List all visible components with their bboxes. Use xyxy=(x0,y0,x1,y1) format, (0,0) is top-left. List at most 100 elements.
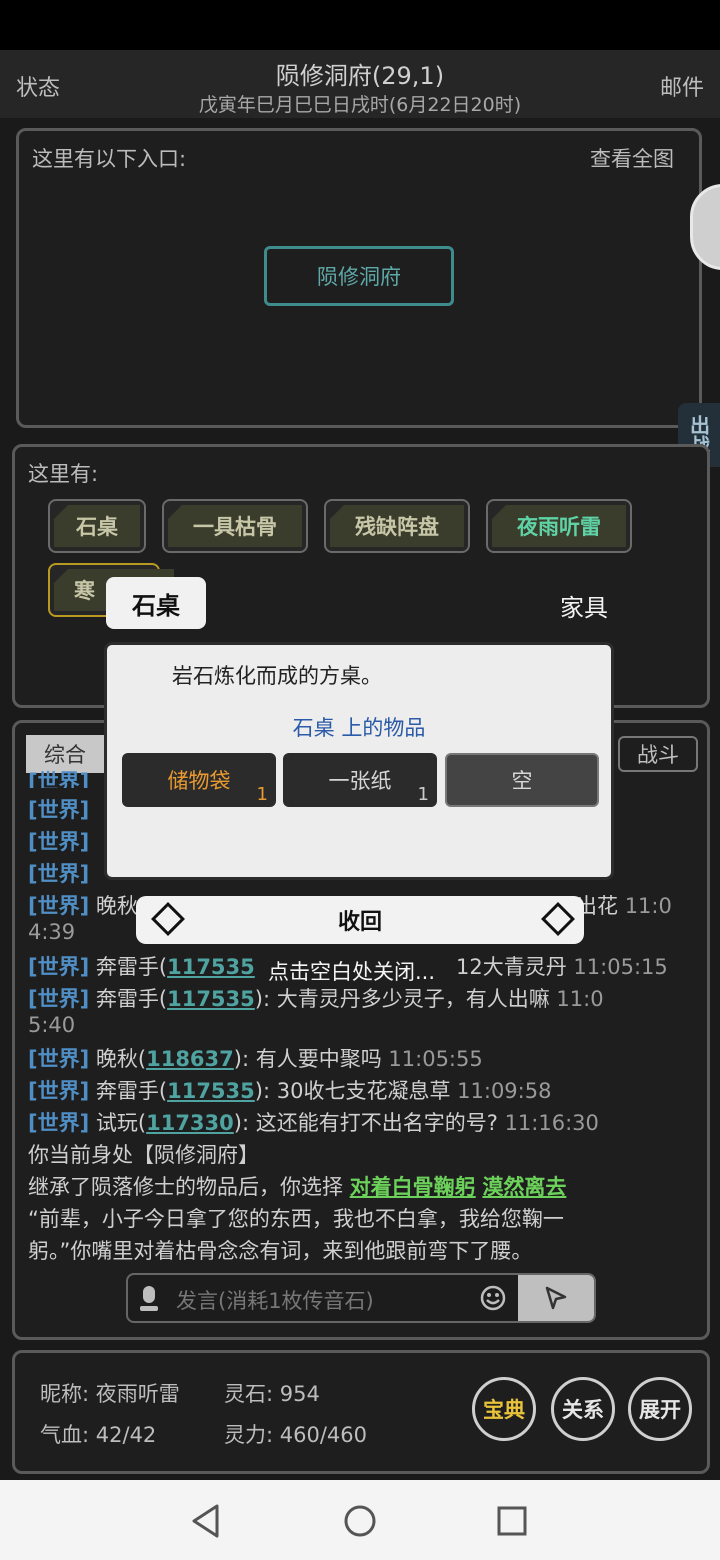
chat-time: 11:05:55 xyxy=(388,1047,483,1071)
story-text: 继承了陨落修士的物品后，你选择 xyxy=(28,1175,343,1199)
hp-value: 42/42 xyxy=(95,1423,157,1447)
recents-icon[interactable] xyxy=(497,1506,527,1540)
expand-button[interactable]: 展开 xyxy=(628,1377,692,1441)
back-icon[interactable] xyxy=(190,1503,222,1543)
object-label: 夜雨听雷 xyxy=(492,505,626,547)
player-name[interactable]: 试玩 xyxy=(96,1111,138,1135)
world-tag: [世界] xyxy=(28,955,90,979)
mp-label: 灵力: xyxy=(224,1423,274,1447)
world-tag: [世界] xyxy=(28,1111,90,1135)
world-tag: [世界] xyxy=(28,1047,90,1071)
home-icon[interactable] xyxy=(343,1504,377,1542)
slot-empty[interactable]: 空 xyxy=(445,753,599,807)
chat-line: [世界] 晚秋(118637): 有人要中聚吗 11:05:55 xyxy=(28,1047,483,1071)
chat-line: [世界] 奔雷手(117535): 大青灵丹多少灵子，有人出嘛 11:0 xyxy=(28,987,604,1011)
nickname-row: 昵称: 夜雨听雷 xyxy=(40,1378,180,1408)
chat-text: 大青灵丹多少灵子，有人出嘛 xyxy=(276,987,550,1011)
object-array-plate[interactable]: 残缺阵盘 xyxy=(324,499,470,553)
popup-title: 石桌 xyxy=(106,577,206,629)
chat-line: [世界] xyxy=(28,826,89,856)
world-tag: [世界] xyxy=(28,770,90,788)
slot-storage-bag[interactable]: 储物袋 1 xyxy=(122,753,276,807)
nickname-value: 夜雨听雷 xyxy=(95,1382,180,1406)
chat-text: 12大青灵丹 xyxy=(456,955,567,979)
game-time: 戊寅年巳月巳巳日戌时(6月22日20时) xyxy=(198,94,522,116)
choice-bow-link[interactable]: 对着白骨鞠躬 xyxy=(350,1175,476,1199)
player-id-link[interactable]: 117535 xyxy=(167,987,255,1011)
choice-leave-link[interactable]: 漠然离去 xyxy=(482,1175,566,1199)
player-name[interactable]: 晚秋 xyxy=(96,894,138,918)
chat-line-tail: 12大青灵丹 11:05:15 xyxy=(456,951,668,981)
collapse-button[interactable]: 收回 xyxy=(136,896,584,944)
object-skeleton[interactable]: 一具枯骨 xyxy=(162,499,308,553)
world-tag: [世界] xyxy=(28,798,90,822)
object-label: 残缺阵盘 xyxy=(330,505,464,547)
spirit-stone-row: 灵石: 954 xyxy=(224,1378,320,1408)
entrance-button[interactable]: 陨修洞府 xyxy=(264,246,454,306)
chat-line: [世界] 奔雷手(117535 xyxy=(28,955,255,979)
chat-input-placeholder: 发言(消耗1枚传音石) xyxy=(176,1289,374,1313)
popup-description: 岩石炼化而成的方桌。 xyxy=(172,664,382,688)
player-id-link[interactable]: 117535 xyxy=(167,955,255,979)
send-button[interactable] xyxy=(518,1275,594,1321)
hp-label: 气血: xyxy=(40,1423,90,1447)
location-title: 陨修洞府(29,1) xyxy=(275,62,445,90)
slot-label: 储物袋 xyxy=(167,769,231,793)
world-tag: [世界] xyxy=(28,830,90,854)
world-tag: [世界] xyxy=(28,862,90,886)
player-nightrain[interactable]: 夜雨听雷 xyxy=(486,499,632,553)
chat-line: [世界] 试玩(117330): 这还能有打不出名字的号? 11:16:30 xyxy=(28,1111,599,1135)
microphone-icon[interactable] xyxy=(136,1285,162,1313)
world-tag: [世界] xyxy=(28,987,90,1011)
player-name[interactable]: 晚秋 xyxy=(96,1047,138,1071)
object-stone-table[interactable]: 石桌 xyxy=(48,499,146,553)
slot-count: 1 xyxy=(417,784,429,805)
player-id-link[interactable]: 117535 xyxy=(167,1079,255,1103)
object-label: 一具枯骨 xyxy=(168,505,302,547)
popup-contents-title: 石桌 上的物品 xyxy=(292,716,426,740)
chat-line: [世界] 奔雷手(117535): 30收七支花凝息草 11:09:58 xyxy=(28,1079,552,1103)
mp-row: 灵力: 460/460 xyxy=(224,1419,367,1449)
location-message: 你当前身处【陨修洞府】 xyxy=(28,1143,259,1167)
spirit-stone-label: 灵石: xyxy=(224,1382,274,1406)
popup-category: 家具 xyxy=(560,594,608,622)
chat-time: 11:16:30 xyxy=(504,1111,599,1135)
chat-time: 11:05:15 xyxy=(573,955,668,979)
codex-button[interactable]: 宝典 xyxy=(472,1377,536,1441)
slot-label: 一张纸 xyxy=(328,769,392,793)
hp-row: 气血: 42/42 xyxy=(40,1419,156,1449)
tab-battle[interactable]: 战斗 xyxy=(618,736,698,772)
chat-time: 5:40 xyxy=(28,1013,76,1037)
view-all-map-link[interactable]: 查看全图 xyxy=(590,143,674,173)
close-hint[interactable]: 点击空白处关闭... xyxy=(268,956,435,986)
player-id-link[interactable]: 117330 xyxy=(146,1111,234,1135)
emoji-icon[interactable] xyxy=(480,1285,506,1311)
story-line: “前辈，小子今日拿了您的东西，我也不白拿，我给您鞠一 xyxy=(28,1207,564,1231)
slot-paper[interactable]: 一张纸 1 xyxy=(283,753,437,807)
relations-button[interactable]: 关系 xyxy=(551,1377,615,1441)
story-line: 躬。”你嘴里对着枯骨念念有词，来到他跟前弯下了腰。 xyxy=(28,1239,533,1263)
objects-label: 这里有: xyxy=(28,462,99,486)
mp-value: 460/460 xyxy=(279,1423,368,1447)
story-line: 继承了陨落修士的物品后，你选择 对着白骨鞠躬 漠然离去 xyxy=(28,1171,566,1201)
player-name[interactable]: 奔雷手 xyxy=(96,987,159,1011)
entrances-label: 这里有以下入口: xyxy=(32,147,187,171)
chat-time: 11:09:58 xyxy=(457,1079,552,1103)
spirit-stone-value: 954 xyxy=(279,1382,320,1406)
chat-line: [世界] xyxy=(28,794,89,824)
player-name[interactable]: 奔雷手 xyxy=(96,955,159,979)
chat-time: 11:0 xyxy=(624,894,672,918)
player-name[interactable]: 奔雷手 xyxy=(96,1079,159,1103)
chat-time: 4:39 xyxy=(28,920,76,944)
chat-text: 这还能有打不出名字的号? xyxy=(255,1111,498,1135)
slot-count: 1 xyxy=(256,784,268,805)
chat-line: [世界] xyxy=(28,766,89,788)
cursor-icon xyxy=(545,1286,567,1310)
chat-line: [世界] xyxy=(28,858,89,888)
chat-text: 30收七支花凝息草 xyxy=(276,1079,451,1103)
nickname-label: 昵称: xyxy=(40,1382,90,1406)
world-tag: [世界] xyxy=(28,894,90,918)
slot-label: 空 xyxy=(511,769,533,793)
world-tag: [世界] xyxy=(28,1079,90,1103)
player-id-link[interactable]: 118637 xyxy=(146,1047,234,1071)
